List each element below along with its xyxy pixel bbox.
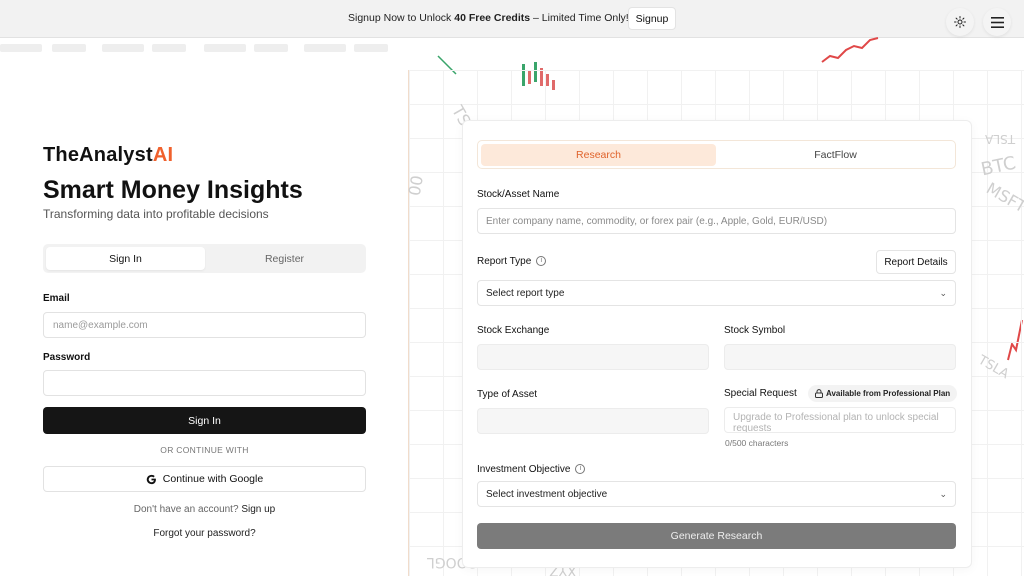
theme-toggle-button[interactable] [946,8,974,36]
banner-signup-button[interactable]: Signup [628,7,676,30]
ghost-label: TSLA [985,132,1016,146]
character-count: 0/500 characters [725,438,789,448]
ghost-label: 00 [404,173,427,198]
report-details-button[interactable]: Report Details [876,250,956,274]
tab-research[interactable]: Research [481,144,716,166]
promo-text-prefix: Signup Now to Unlock [348,12,455,24]
generate-research-button[interactable]: Generate Research [477,523,956,549]
hamburger-menu-icon [990,16,1004,28]
special-request-textarea[interactable] [724,407,956,433]
stock-exchange-label: Stock Exchange [477,325,550,336]
asset-name-input[interactable] [477,208,956,234]
hero-title: Smart Money Insights [43,176,303,204]
forgot-password-link[interactable]: Forgot your password? [43,528,366,539]
info-icon[interactable]: i [536,256,547,267]
report-type-label-text: Report Type [477,256,532,267]
decorative-strip [0,44,410,52]
hero-subtitle: Transforming data into profitable decisi… [43,207,269,221]
brand-logo: TheAnalystAI [43,144,173,167]
professional-plan-badge: Available from Professional Plan [808,385,958,402]
ghost-label: TSLA [975,352,1012,383]
google-button-label: Continue with Google [162,473,264,485]
password-label: Password [43,352,91,363]
stock-symbol-label: Stock Symbol [724,325,786,336]
investment-objective-select[interactable]: Select investment objective ⌄ [477,481,956,507]
stock-symbol-input[interactable] [724,344,956,370]
google-sign-in-button[interactable]: Continue with Google [43,466,366,492]
report-type-value: Select report type [486,287,565,299]
brand-name: TheAnalyst [43,144,153,166]
menu-button[interactable] [983,8,1011,36]
promo-banner: Signup Now to Unlock 40 Free Credits – L… [0,0,1024,38]
tab-register[interactable]: Register [205,247,364,270]
decorative-candles-right [821,37,879,63]
research-tabs: Research FactFlow [477,140,956,169]
sign-up-link[interactable]: Sign up [241,504,275,515]
plan-badge-text: Available from Professional Plan [826,389,951,398]
email-label: Email [43,293,70,304]
no-account-text: Don't have an account? [133,504,242,515]
ghost-label: BTC [979,152,1018,181]
email-field[interactable] [43,312,366,338]
investment-objective-label: Investment Objective i [477,464,586,475]
info-icon[interactable]: i [575,464,586,475]
report-type-select[interactable]: Select report type ⌄ [477,280,956,306]
ghost-label: MSFT [983,178,1024,217]
report-type-label: Report Type i [477,256,547,267]
promo-text-suffix: – Limited Time Only! [530,12,629,24]
chevron-down-icon: ⌄ [939,287,947,298]
auth-tabs: Sign In Register [43,244,366,273]
tab-factflow[interactable]: FactFlow [718,144,953,166]
sun-icon [954,16,966,28]
asset-type-input[interactable] [477,408,709,434]
special-request-label: Special Request [724,388,797,399]
asset-name-label: Stock/Asset Name [477,189,560,200]
google-icon [146,474,156,484]
objective-value: Select investment objective [486,488,608,500]
lock-icon [815,389,823,398]
tab-sign-in[interactable]: Sign In [46,247,205,270]
promo-text: Signup Now to Unlock 40 Free Credits – L… [348,12,629,24]
continue-divider: OR CONTINUE WITH [160,445,249,455]
asset-type-label: Type of Asset [477,389,538,400]
password-field[interactable] [43,370,366,396]
objective-label-text: Investment Objective [477,464,571,475]
sign-in-button[interactable]: Sign In [43,407,366,434]
stock-exchange-input[interactable] [477,344,709,370]
brand-accent: AI [152,144,174,166]
promo-text-credits: 40 Free Credits [454,12,531,24]
chevron-down-icon: ⌄ [939,488,947,499]
no-account-prompt: Don't have an account? Sign up [43,504,366,515]
